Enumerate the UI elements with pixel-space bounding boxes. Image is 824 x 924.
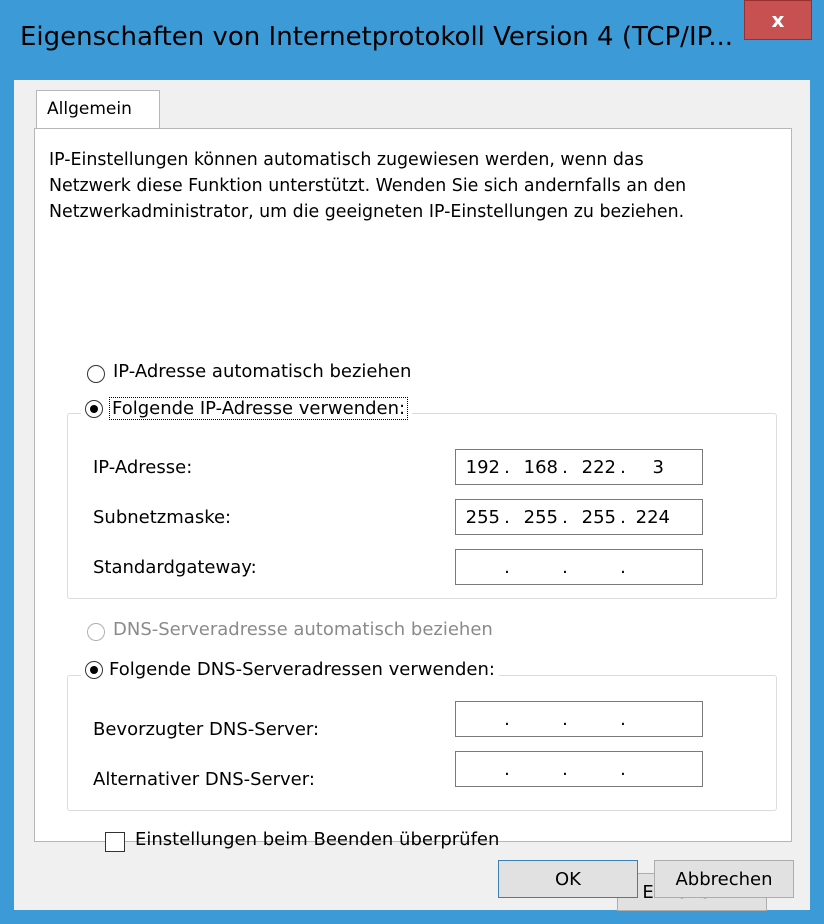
ip-address-input[interactable]: 192. 168. 222. 3 xyxy=(455,449,703,485)
window-frame-right xyxy=(810,80,824,924)
validate-settings-checkbox[interactable] xyxy=(105,832,125,852)
subnet-octet-2: 255 xyxy=(523,506,558,528)
window-title: Eigenschaften von Internetprotokoll Vers… xyxy=(20,22,734,52)
cancel-button-label: Abbrechen xyxy=(675,868,773,890)
ok-button-label: OK xyxy=(555,868,581,890)
gateway-input[interactable]: . . . xyxy=(455,549,703,585)
window-frame-left xyxy=(0,80,14,924)
dns-manual-label[interactable]: Folgende DNS-Serveradressen verwenden: xyxy=(109,659,495,680)
subnet-octet-1: 255 xyxy=(465,506,500,528)
dns-manual-radio[interactable] xyxy=(85,660,103,679)
validate-settings-label[interactable]: Einstellungen beim Beenden überprüfen xyxy=(135,829,499,850)
subnet-octet-3: 255 xyxy=(581,506,616,528)
ip-octet-3: 222 xyxy=(581,456,616,478)
gateway-label: Standardgateway: xyxy=(93,557,257,578)
ip-address-label: IP-Adresse: xyxy=(93,457,193,478)
dns-manual-group xyxy=(67,675,777,811)
ip-octet-4: 3 xyxy=(652,456,664,478)
ip-octet-2: 168 xyxy=(523,456,558,478)
ip-manual-legend: Folgende IP-Adresse verwenden: xyxy=(81,397,413,420)
alternate-dns-input[interactable]: . . . xyxy=(455,751,703,787)
ip-auto-radio[interactable] xyxy=(87,365,105,383)
window-frame-bottom xyxy=(0,910,824,924)
ip-manual-radio[interactable] xyxy=(85,399,103,418)
ip-manual-label[interactable]: Folgende IP-Adresse verwenden: xyxy=(109,397,409,420)
preferred-dns-label: Bevorzugter DNS-Server: xyxy=(93,719,320,740)
dns-auto-radio[interactable] xyxy=(87,623,105,641)
ok-button[interactable]: OK xyxy=(498,860,638,898)
dialog-client-area: Allgemein IP-Einstellungen können automa… xyxy=(14,80,810,911)
close-button[interactable]: x xyxy=(744,0,812,40)
cancel-button[interactable]: Abbrechen xyxy=(654,860,794,898)
tab-allgemein[interactable]: Allgemein xyxy=(36,90,160,130)
dns-manual-legend: Folgende DNS-Serveradressen verwenden: xyxy=(81,659,499,680)
dialog-window: Eigenschaften von Internetprotokoll Vers… xyxy=(0,0,824,924)
alternate-dns-label: Alternativer DNS-Server: xyxy=(93,769,315,790)
dns-auto-label[interactable]: DNS-Serveradresse automatisch beziehen xyxy=(113,619,493,640)
tab-label: Allgemein xyxy=(47,99,132,119)
ip-auto-label[interactable]: IP-Adresse automatisch beziehen xyxy=(113,361,411,382)
intro-text: IP-Einstellungen können automatisch zuge… xyxy=(49,150,687,222)
subnet-mask-input[interactable]: 255. 255. 255. 224 xyxy=(455,499,703,535)
subnet-octet-4: 224 xyxy=(635,506,670,528)
close-icon: x xyxy=(771,8,785,32)
title-bar[interactable]: Eigenschaften von Internetprotokoll Vers… xyxy=(0,0,824,80)
ip-octet-1: 192 xyxy=(465,456,500,478)
preferred-dns-input[interactable]: . . . xyxy=(455,701,703,737)
subnet-mask-label: Subnetzmaske: xyxy=(93,507,232,528)
tab-panel-general: IP-Einstellungen können automatisch zuge… xyxy=(34,128,792,911)
